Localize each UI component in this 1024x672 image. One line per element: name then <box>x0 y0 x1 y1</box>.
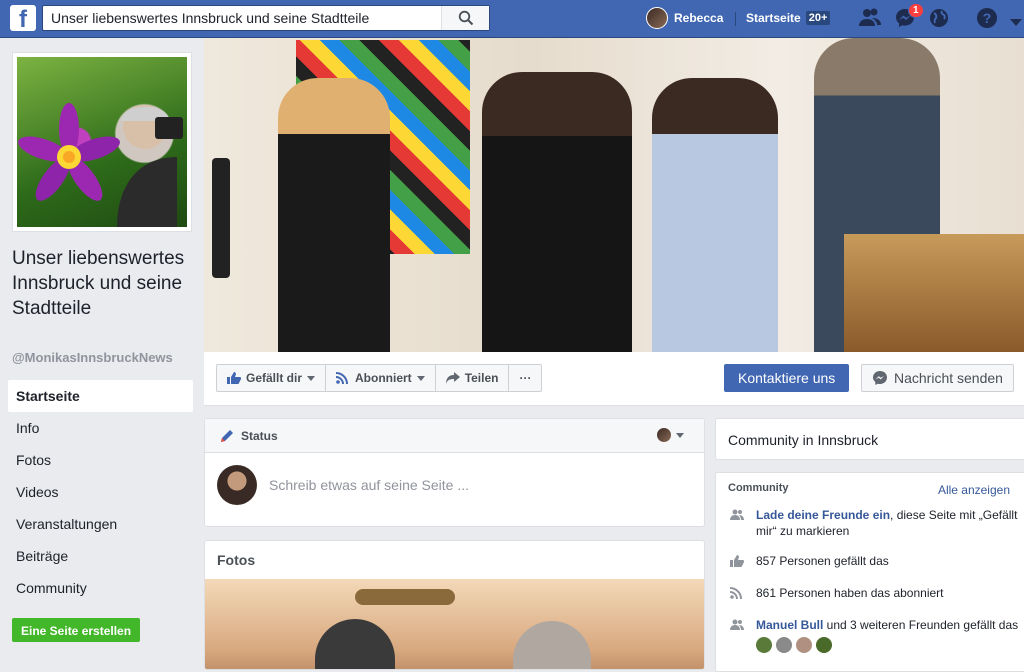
nav-item-beitraege[interactable]: Beiträge <box>8 540 193 572</box>
home-count-badge: 20+ <box>805 11 831 25</box>
share-button[interactable]: Teilen <box>436 365 510 391</box>
help-icon[interactable]: ? <box>976 7 1000 29</box>
status-label: Status <box>241 428 278 443</box>
thumbs-up-icon <box>730 555 744 567</box>
avatar[interactable] <box>796 637 812 653</box>
friend-avatars <box>756 637 1022 653</box>
friends-icon <box>730 509 744 520</box>
nav-item-veranstaltungen[interactable]: Veranstaltungen <box>8 508 193 540</box>
like-button[interactable]: Gefällt dir <box>217 365 327 391</box>
nav-item-startseite[interactable]: Startseite <box>8 380 193 412</box>
person-photo-2 <box>513 621 591 669</box>
left-column: Unser liebenswertes Innsbruck und seine … <box>0 38 204 661</box>
avatar <box>657 428 671 442</box>
facebook-logo[interactable]: f <box>10 5 36 31</box>
create-page-button[interactable]: Eine Seite erstellen <box>12 618 141 642</box>
audience-selector[interactable] <box>657 428 684 442</box>
search-icon <box>458 10 474 26</box>
rss-icon <box>336 372 349 384</box>
page-handle[interactable]: @MonikasInnsbruckNews <box>12 350 173 365</box>
page-action-bar: Gefällt dir Abonniert Teilen ··· Kontakt… <box>204 352 1024 406</box>
divider <box>735 12 736 26</box>
top-navigation-bar: f Rebecca Startseite 20+ 1 ? <box>0 0 1024 38</box>
community-header: Community Alle anzeigen <box>716 473 1024 503</box>
friends-like-row: Manuel Bull und 3 weiteren Freunden gefä… <box>716 613 1024 657</box>
contact-us-button[interactable]: Kontaktiere uns <box>724 364 850 392</box>
messenger-icon[interactable]: 1 <box>894 3 924 29</box>
chandelier <box>355 589 455 605</box>
likes-row: 857 Personen gefällt das <box>716 549 1024 573</box>
bar-counter <box>844 234 1024 352</box>
avatar[interactable] <box>776 637 792 653</box>
user-name: Rebecca <box>674 11 724 25</box>
status-input[interactable]: Schreib etwas auf seine Seite ... <box>269 477 469 493</box>
status-tab[interactable]: Status <box>205 419 704 453</box>
dropdown-icon[interactable] <box>1010 14 1024 36</box>
page-actions-group: Gefällt dir Abonniert Teilen ··· <box>216 364 543 392</box>
community-heading: Community <box>728 482 789 494</box>
community-location-card: Community in Innsbruck <box>715 418 1024 460</box>
page-navigation: Startseite Info Fotos Videos Veranstaltu… <box>8 380 193 604</box>
search-box[interactable] <box>42 5 490 31</box>
chevron-down-icon <box>307 375 316 381</box>
avatar <box>646 7 668 29</box>
nav-item-community[interactable]: Community <box>8 572 193 604</box>
profile-link[interactable]: Rebecca <box>646 6 723 30</box>
see-all-link[interactable]: Alle anzeigen <box>938 483 1010 497</box>
status-composer: Status Schreib etwas auf seine Seite ... <box>204 418 705 527</box>
send-message-button[interactable]: Nachricht senden <box>861 364 1014 392</box>
page-title: Unser liebenswertes Innsbruck und seine … <box>12 248 185 319</box>
avatar[interactable] <box>756 637 772 653</box>
share-label: Teilen <box>464 371 499 385</box>
globe-icon[interactable] <box>928 7 952 29</box>
profile-photo <box>17 57 187 227</box>
like-label: Gefällt dir <box>246 371 303 385</box>
friends-text: und 3 weiteren Freunden gefällt das <box>823 618 1019 632</box>
home-label: Startseite <box>746 11 801 25</box>
search-input[interactable] <box>51 9 441 27</box>
person-photo-1 <box>315 619 395 669</box>
person-3 <box>652 78 778 352</box>
photos-title[interactable]: Fotos <box>205 541 704 579</box>
community-location-title[interactable]: Community in Innsbruck <box>716 419 1024 461</box>
community-card: Community Alle anzeigen Lade deine Freun… <box>715 472 1024 672</box>
photo-thumbnail[interactable] <box>205 579 704 669</box>
send-message-label: Nachricht senden <box>894 370 1003 386</box>
follow-label: Abonniert <box>355 371 412 385</box>
bottle <box>212 158 230 278</box>
invite-friends-row: Lade deine Freunde ein, diese Seite mit … <box>716 503 1024 543</box>
nav-item-info[interactable]: Info <box>8 412 193 444</box>
page-profile-picture[interactable] <box>12 52 192 232</box>
nav-item-videos[interactable]: Videos <box>8 476 193 508</box>
person-1 <box>278 78 390 352</box>
svg-text:?: ? <box>983 10 992 26</box>
messenger-badge: 1 <box>908 3 924 18</box>
cover-photo[interactable] <box>204 38 1024 352</box>
likes-count: 857 Personen gefällt das <box>756 554 889 568</box>
thumbs-up-icon <box>227 372 241 384</box>
chevron-down-icon <box>416 375 425 381</box>
rss-icon <box>730 587 742 599</box>
friends-icon[interactable] <box>858 7 882 29</box>
status-input-row[interactable]: Schreib etwas auf seine Seite ... <box>205 453 704 517</box>
invite-friends-link[interactable]: Lade deine Freunde ein <box>756 508 890 522</box>
friend-name-link[interactable]: Manuel Bull <box>756 618 823 632</box>
home-link[interactable]: Startseite 20+ <box>746 6 831 30</box>
pencil-icon <box>221 429 233 442</box>
more-button[interactable]: ··· <box>509 365 541 391</box>
chevron-down-icon <box>676 432 684 438</box>
follows-row: 861 Personen haben das abonniert <box>716 581 1024 605</box>
avatar <box>217 465 257 505</box>
friends-icon <box>730 619 744 630</box>
person-2 <box>482 72 632 352</box>
nav-item-fotos[interactable]: Fotos <box>8 444 193 476</box>
share-icon <box>445 372 460 384</box>
follows-count: 861 Personen haben das abonniert <box>756 586 944 600</box>
avatar[interactable] <box>816 637 832 653</box>
search-button[interactable] <box>441 6 489 30</box>
photos-section: Fotos <box>204 540 705 670</box>
messenger-small-icon <box>873 371 887 385</box>
follow-button[interactable]: Abonniert <box>326 365 436 391</box>
